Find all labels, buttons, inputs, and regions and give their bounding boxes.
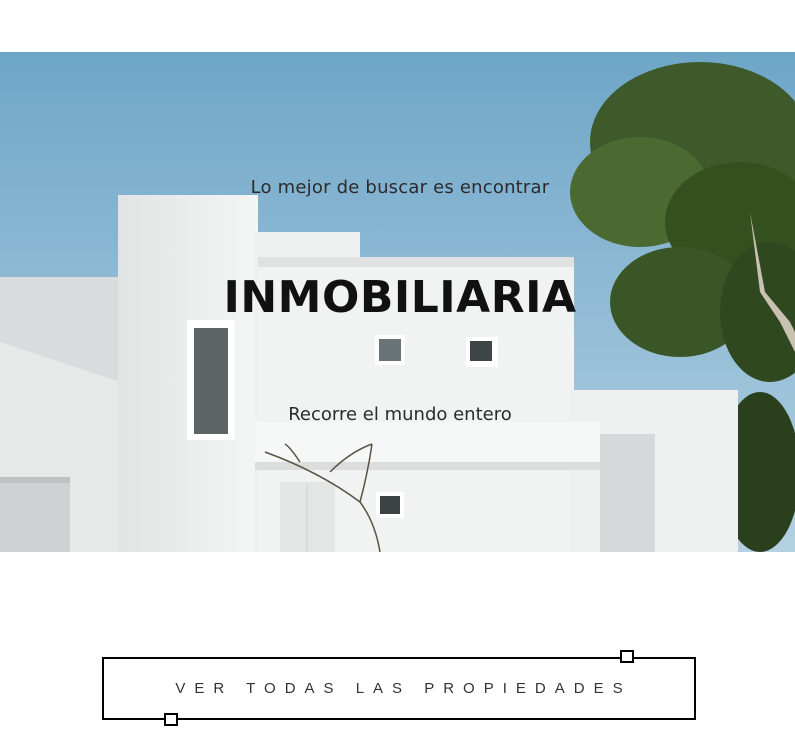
hero-subtitle: Recorre el mundo entero (288, 404, 512, 425)
hero-tagline: Lo mejor de buscar es encontrar (250, 177, 550, 198)
page: Lo mejor de buscar es encontrar INMOBILI… (0, 0, 795, 741)
resize-handle-top[interactable] (620, 650, 634, 663)
hero-title: INMOBILIARIA (223, 272, 577, 323)
hero-banner: Lo mejor de buscar es encontrar INMOBILI… (0, 52, 795, 552)
view-all-properties-label: VER TODAS LAS PROPIEDADES (175, 680, 632, 697)
resize-handle-bottom[interactable] (164, 713, 178, 726)
view-all-properties-button[interactable]: VER TODAS LAS PROPIEDADES (102, 657, 696, 720)
